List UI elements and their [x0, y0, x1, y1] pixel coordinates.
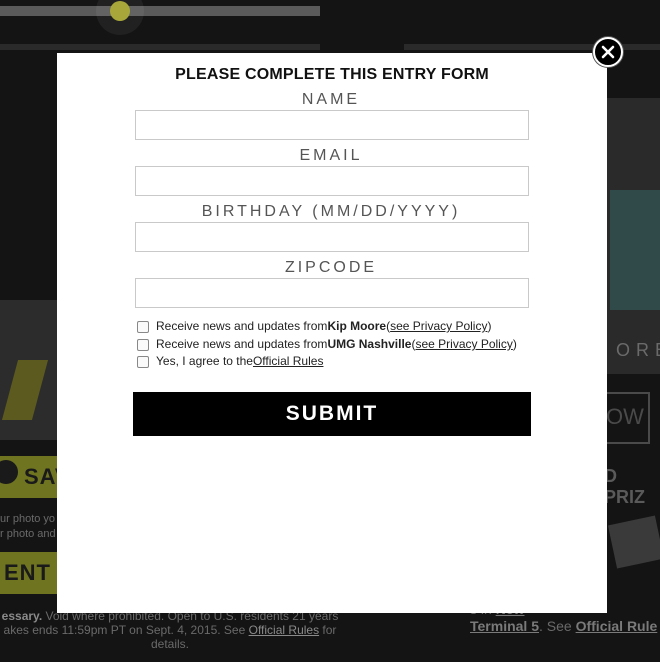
rules-agree-checkbox[interactable]: [137, 356, 149, 368]
optin-artist-text: Receive news and updates from: [156, 319, 328, 333]
footer-line-3: details.: [150, 637, 190, 651]
optin-label-row: Receive news and updates from UMG Nashvi…: [137, 337, 517, 351]
name-input[interactable]: [135, 110, 529, 140]
background-photo-line-1: ur photo yo: [0, 513, 56, 525]
rules-agree-text: Yes, I agree to the: [156, 354, 253, 368]
entry-form-modal: PLEASE COMPLETE THIS ENTRY FORM NAME EMA…: [57, 53, 607, 613]
background-slider-track: [0, 6, 320, 16]
background-photo-text: ur photo yo r photo and: [0, 512, 56, 542]
optin-label-paren-close: ): [512, 337, 517, 351]
email-label: EMAIL: [299, 147, 363, 164]
optin-artist-paren-close: ): [487, 319, 492, 333]
official-rules-link[interactable]: Official Rules: [253, 354, 323, 368]
rules-agree-row: Yes, I agree to the Official Rules: [137, 354, 323, 368]
close-button[interactable]: [593, 37, 623, 67]
footer-line-2-end: for: [319, 623, 337, 637]
zipcode-label: ZIPCODE: [284, 259, 378, 276]
modal-title: PLEASE COMPLETE THIS ENTRY FORM: [175, 66, 489, 83]
ticket-icon: [607, 515, 660, 569]
background-footer-left: essary. Void where prohibited. Open to U…: [0, 609, 340, 651]
footer-right-link-terminal: Terminal 5: [470, 618, 539, 634]
footer-line-2: akes ends 11:59pm PT on Sept. 4, 2015. S…: [3, 623, 249, 637]
birthday-label: BIRTHDAY (MM/DD/YYYY): [201, 203, 461, 220]
optin-artist-checkbox[interactable]: [137, 321, 149, 333]
background-divider-left: [0, 44, 320, 50]
background-enter-text: ENT: [4, 560, 51, 585]
email-input[interactable]: [135, 166, 529, 196]
zipcode-input[interactable]: [135, 278, 529, 308]
footer-bold: essary.: [1, 609, 43, 623]
background-photo-line-2: r photo and: [0, 528, 56, 540]
optin-artist-name: Kip Moore: [327, 319, 387, 333]
background-right-graphic: [610, 190, 660, 310]
optin-label-privacy-link[interactable]: see Privacy Policy: [415, 337, 512, 351]
optin-label-checkbox[interactable]: [137, 339, 149, 351]
optin-artist-row: Receive news and updates from Kip Moore …: [137, 319, 491, 333]
footer-rules-link: Official Rules: [248, 623, 320, 637]
submit-button[interactable]: SUBMIT: [133, 392, 531, 436]
background-right-text: ORE: [616, 340, 660, 360]
close-x-icon: [601, 45, 615, 59]
name-label: NAME: [301, 91, 361, 108]
optin-label-name: UMG Nashville: [327, 337, 412, 351]
optin-label-text: Receive news and updates from: [156, 337, 328, 351]
optin-artist-privacy-link[interactable]: see Privacy Policy: [390, 319, 487, 333]
birthday-input[interactable]: [135, 222, 529, 252]
footer-right-link-rules: Official Rule: [575, 618, 658, 634]
footer-right-line-3: . See: [539, 618, 576, 634]
background-now-text: OW: [606, 404, 644, 429]
background-slider-knob: [110, 1, 130, 21]
background-prize-heading: D PRIZ: [604, 466, 646, 507]
